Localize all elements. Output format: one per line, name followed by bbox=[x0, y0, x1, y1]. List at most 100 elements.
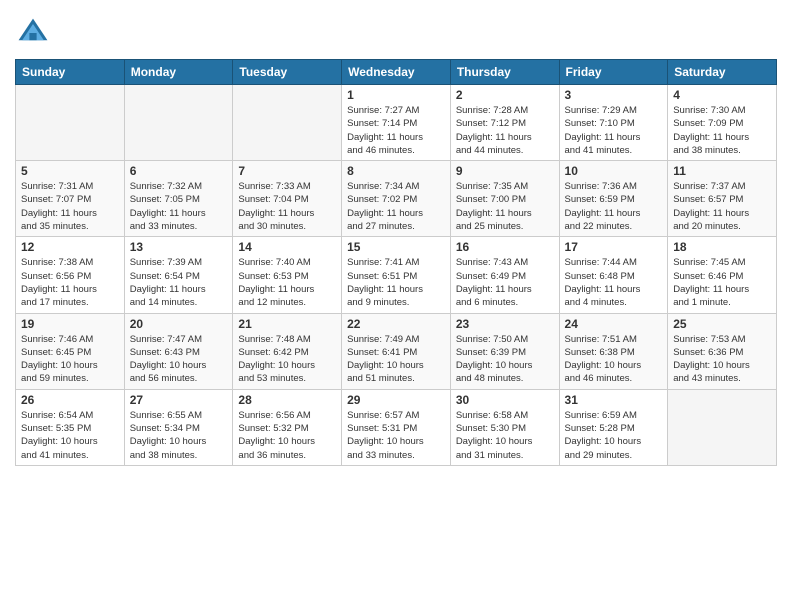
calendar-cell bbox=[668, 389, 777, 465]
day-number: 6 bbox=[130, 164, 228, 178]
calendar-cell: 5 Sunrise: 7:31 AMSunset: 7:07 PMDaylight… bbox=[16, 161, 125, 237]
day-number: 19 bbox=[21, 317, 119, 331]
calendar-cell: 4Sunrise: 7:30 AMSunset: 7:09 PMDaylight… bbox=[668, 85, 777, 161]
calendar-cell: 3 Sunrise: 7:29 AMSunset: 7:10 PMDaylight… bbox=[559, 85, 668, 161]
day-info: Sunrise: 6:57 AMSunset: 5:31 PMDaylight:… bbox=[347, 409, 445, 462]
day-info: Sunrise: 6:56 AMSunset: 5:32 PMDaylight:… bbox=[238, 409, 336, 462]
day-number: 18 bbox=[673, 240, 771, 254]
day-info: Sunrise: 7:35 AMSunset: 7:00 PMDaylight:… bbox=[456, 180, 554, 233]
day-info: Sunrise: 7:38 AMSunset: 6:56 PMDaylight:… bbox=[21, 256, 119, 309]
weekday-header-saturday: Saturday bbox=[668, 60, 777, 85]
calendar-header: SundayMondayTuesdayWednesdayThursdayFrid… bbox=[16, 60, 777, 85]
calendar-week-row: 19 Sunrise: 7:46 AMSunset: 6:45 PMDayligh… bbox=[16, 313, 777, 389]
day-info: Sunrise: 7:36 AMSunset: 6:59 PMDaylight:… bbox=[565, 180, 663, 233]
calendar-cell: 8 Sunrise: 7:34 AMSunset: 7:02 PMDaylight… bbox=[342, 161, 451, 237]
calendar-cell: 24 Sunrise: 7:51 AMSunset: 6:38 PMDayligh… bbox=[559, 313, 668, 389]
day-info: Sunrise: 7:47 AMSunset: 6:43 PMDaylight:… bbox=[130, 333, 228, 386]
calendar-cell: 22 Sunrise: 7:49 AMSunset: 6:41 PMDayligh… bbox=[342, 313, 451, 389]
calendar-week-row: 1 Sunrise: 7:27 AMSunset: 7:14 PMDaylight… bbox=[16, 85, 777, 161]
weekday-header-tuesday: Tuesday bbox=[233, 60, 342, 85]
calendar-cell: 20 Sunrise: 7:47 AMSunset: 6:43 PMDayligh… bbox=[124, 313, 233, 389]
day-info: Sunrise: 7:29 AMSunset: 7:10 PMDaylight:… bbox=[565, 104, 663, 157]
calendar-cell: 26 Sunrise: 6:54 AMSunset: 5:35 PMDayligh… bbox=[16, 389, 125, 465]
weekday-header-row: SundayMondayTuesdayWednesdayThursdayFrid… bbox=[16, 60, 777, 85]
calendar-cell: 18 Sunrise: 7:45 AMSunset: 6:46 PMDayligh… bbox=[668, 237, 777, 313]
calendar-cell: 23Sunrise: 7:50 AMSunset: 6:39 PMDayligh… bbox=[450, 313, 559, 389]
calendar-cell: 6Sunrise: 7:32 AMSunset: 7:05 PMDaylight… bbox=[124, 161, 233, 237]
weekday-header-friday: Friday bbox=[559, 60, 668, 85]
day-number: 17 bbox=[565, 240, 663, 254]
calendar-cell: 29 Sunrise: 6:57 AMSunset: 5:31 PMDayligh… bbox=[342, 389, 451, 465]
day-info: Sunrise: 7:34 AMSunset: 7:02 PMDaylight:… bbox=[347, 180, 445, 233]
calendar-body: 1 Sunrise: 7:27 AMSunset: 7:14 PMDaylight… bbox=[16, 85, 777, 466]
page-header bbox=[15, 10, 777, 51]
day-number: 24 bbox=[565, 317, 663, 331]
day-info: Sunrise: 7:45 AMSunset: 6:46 PMDaylight:… bbox=[673, 256, 771, 309]
calendar-table: SundayMondayTuesdayWednesdayThursdayFrid… bbox=[15, 59, 777, 466]
calendar-cell: 30Sunrise: 6:58 AMSunset: 5:30 PMDayligh… bbox=[450, 389, 559, 465]
calendar-cell: 21 Sunrise: 7:48 AMSunset: 6:42 PMDayligh… bbox=[233, 313, 342, 389]
day-info: Sunrise: 7:31 AMSunset: 7:07 PMDaylight:… bbox=[21, 180, 119, 233]
day-info: Sunrise: 6:55 AMSunset: 5:34 PMDaylight:… bbox=[130, 409, 228, 462]
day-number: 4 bbox=[673, 88, 771, 102]
calendar-cell bbox=[124, 85, 233, 161]
day-info: Sunrise: 7:41 AMSunset: 6:51 PMDaylight:… bbox=[347, 256, 445, 309]
day-info: Sunrise: 7:40 AMSunset: 6:53 PMDaylight:… bbox=[238, 256, 336, 309]
calendar-cell bbox=[16, 85, 125, 161]
day-number: 26 bbox=[21, 393, 119, 407]
logo-icon bbox=[15, 15, 51, 51]
day-number: 2 bbox=[456, 88, 554, 102]
day-info: Sunrise: 7:37 AMSunset: 6:57 PMDaylight:… bbox=[673, 180, 771, 233]
calendar-cell: 14Sunrise: 7:40 AMSunset: 6:53 PMDayligh… bbox=[233, 237, 342, 313]
day-info: Sunrise: 7:48 AMSunset: 6:42 PMDaylight:… bbox=[238, 333, 336, 386]
day-number: 7 bbox=[238, 164, 336, 178]
calendar-cell: 9 Sunrise: 7:35 AMSunset: 7:00 PMDaylight… bbox=[450, 161, 559, 237]
calendar-cell: 31 Sunrise: 6:59 AMSunset: 5:28 PMDayligh… bbox=[559, 389, 668, 465]
page-container: SundayMondayTuesdayWednesdayThursdayFrid… bbox=[0, 0, 792, 481]
calendar-week-row: 12 Sunrise: 7:38 AMSunset: 6:56 PMDayligh… bbox=[16, 237, 777, 313]
calendar-cell: 13Sunrise: 7:39 AMSunset: 6:54 PMDayligh… bbox=[124, 237, 233, 313]
calendar-cell: 2Sunrise: 7:28 AMSunset: 7:12 PMDaylight… bbox=[450, 85, 559, 161]
calendar-cell: 19 Sunrise: 7:46 AMSunset: 6:45 PMDayligh… bbox=[16, 313, 125, 389]
day-number: 8 bbox=[347, 164, 445, 178]
day-info: Sunrise: 7:50 AMSunset: 6:39 PMDaylight:… bbox=[456, 333, 554, 386]
day-number: 3 bbox=[565, 88, 663, 102]
day-number: 1 bbox=[347, 88, 445, 102]
day-info: Sunrise: 7:33 AMSunset: 7:04 PMDaylight:… bbox=[238, 180, 336, 233]
day-number: 9 bbox=[456, 164, 554, 178]
day-info: Sunrise: 7:49 AMSunset: 6:41 PMDaylight:… bbox=[347, 333, 445, 386]
weekday-header-wednesday: Wednesday bbox=[342, 60, 451, 85]
day-number: 11 bbox=[673, 164, 771, 178]
calendar-cell: 7 Sunrise: 7:33 AMSunset: 7:04 PMDaylight… bbox=[233, 161, 342, 237]
calendar-cell bbox=[233, 85, 342, 161]
day-info: Sunrise: 7:43 AMSunset: 6:49 PMDaylight:… bbox=[456, 256, 554, 309]
day-number: 28 bbox=[238, 393, 336, 407]
day-number: 21 bbox=[238, 317, 336, 331]
day-info: Sunrise: 7:51 AMSunset: 6:38 PMDaylight:… bbox=[565, 333, 663, 386]
calendar-cell: 11 Sunrise: 7:37 AMSunset: 6:57 PMDayligh… bbox=[668, 161, 777, 237]
day-number: 20 bbox=[130, 317, 228, 331]
day-info: Sunrise: 6:59 AMSunset: 5:28 PMDaylight:… bbox=[565, 409, 663, 462]
day-info: Sunrise: 7:46 AMSunset: 6:45 PMDaylight:… bbox=[21, 333, 119, 386]
day-number: 31 bbox=[565, 393, 663, 407]
day-number: 29 bbox=[347, 393, 445, 407]
calendar-week-row: 5 Sunrise: 7:31 AMSunset: 7:07 PMDaylight… bbox=[16, 161, 777, 237]
day-info: Sunrise: 7:39 AMSunset: 6:54 PMDaylight:… bbox=[130, 256, 228, 309]
calendar-cell: 28 Sunrise: 6:56 AMSunset: 5:32 PMDayligh… bbox=[233, 389, 342, 465]
weekday-header-monday: Monday bbox=[124, 60, 233, 85]
calendar-cell: 12 Sunrise: 7:38 AMSunset: 6:56 PMDayligh… bbox=[16, 237, 125, 313]
day-info: Sunrise: 7:53 AMSunset: 6:36 PMDaylight:… bbox=[673, 333, 771, 386]
calendar-cell: 27Sunrise: 6:55 AMSunset: 5:34 PMDayligh… bbox=[124, 389, 233, 465]
calendar-cell: 17Sunrise: 7:44 AMSunset: 6:48 PMDayligh… bbox=[559, 237, 668, 313]
weekday-header-sunday: Sunday bbox=[16, 60, 125, 85]
day-number: 15 bbox=[347, 240, 445, 254]
day-number: 22 bbox=[347, 317, 445, 331]
day-info: Sunrise: 6:54 AMSunset: 5:35 PMDaylight:… bbox=[21, 409, 119, 462]
day-number: 10 bbox=[565, 164, 663, 178]
logo bbox=[15, 15, 55, 51]
day-number: 5 bbox=[21, 164, 119, 178]
day-info: Sunrise: 7:27 AMSunset: 7:14 PMDaylight:… bbox=[347, 104, 445, 157]
day-number: 25 bbox=[673, 317, 771, 331]
day-number: 12 bbox=[21, 240, 119, 254]
day-info: Sunrise: 6:58 AMSunset: 5:30 PMDaylight:… bbox=[456, 409, 554, 462]
